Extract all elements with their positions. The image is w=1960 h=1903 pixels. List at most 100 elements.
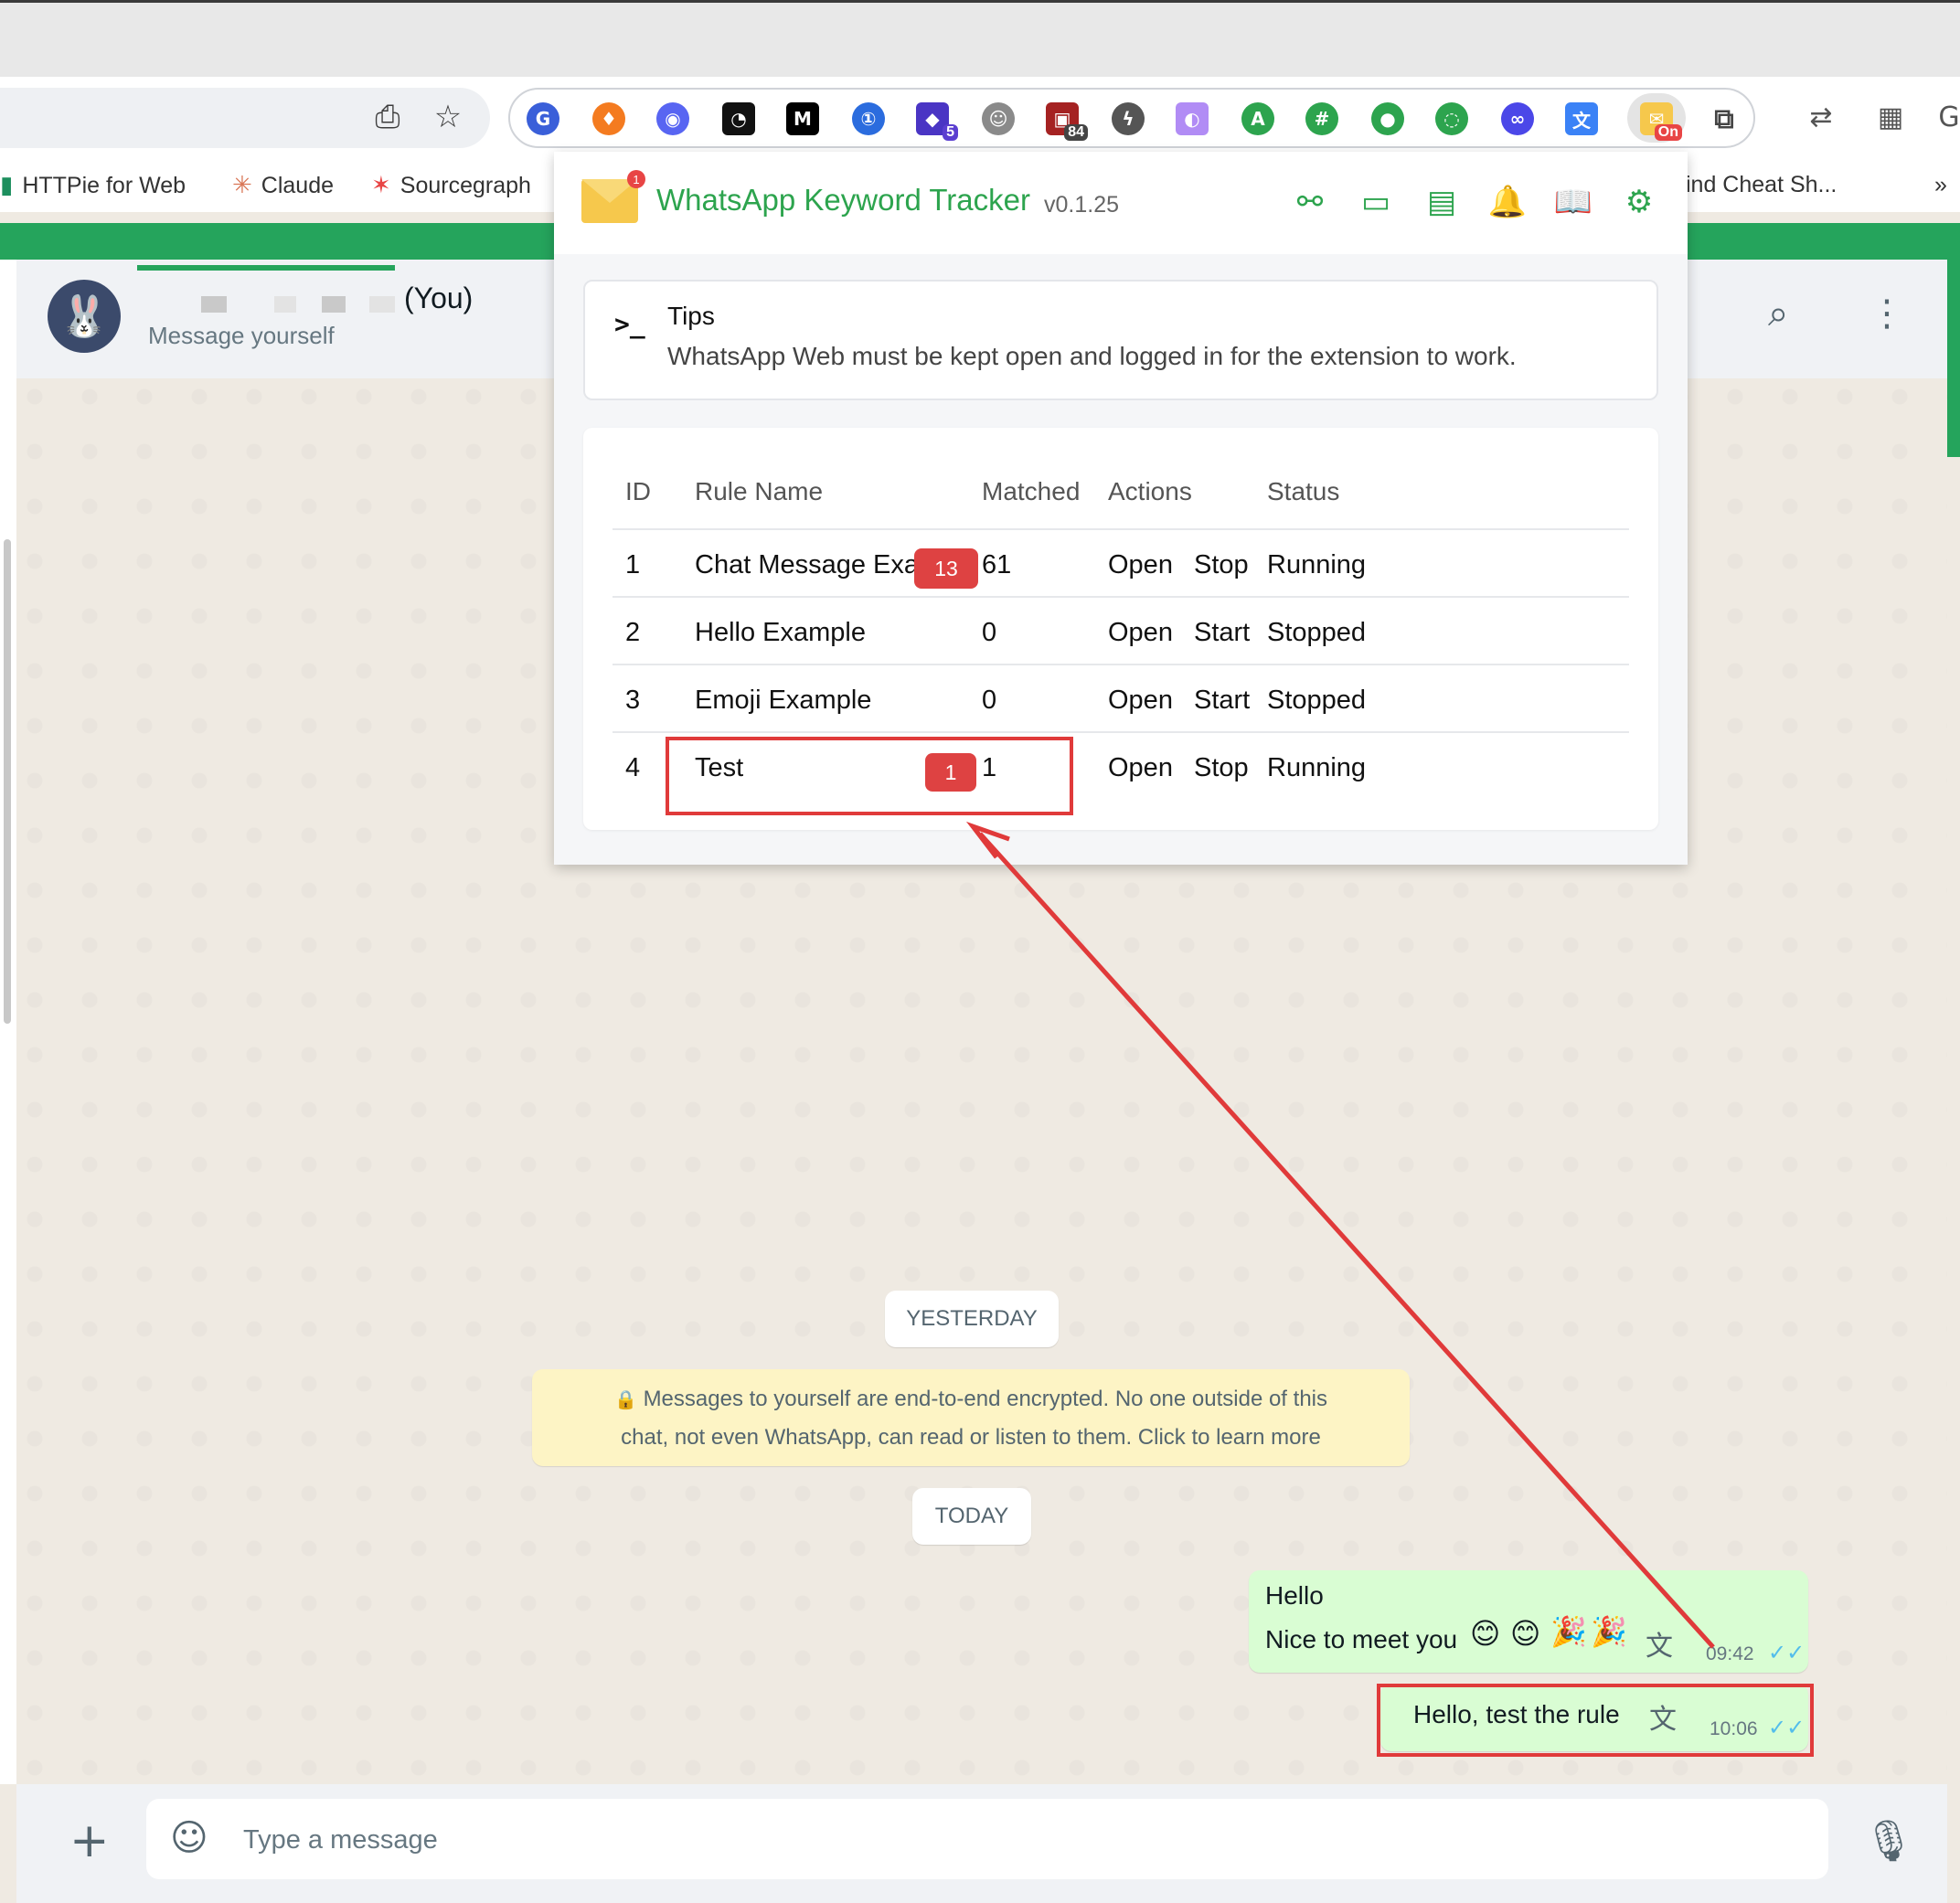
shield-extension-icon[interactable]: G	[527, 102, 559, 135]
rule-toggle-button[interactable]: Start	[1194, 686, 1250, 716]
rule-unread-badge: 13	[914, 548, 978, 589]
install-app-icon[interactable]: ⎙	[369, 99, 406, 135]
column-header-id: ID	[625, 477, 651, 505]
encryption-notice[interactable]: 🔒 Messages to yourself are end-to-end en…	[532, 1369, 1410, 1466]
redacted-name-block	[201, 296, 227, 313]
terminal-prompt-icon: >_	[614, 309, 645, 339]
redacted-name-block	[274, 296, 296, 313]
table-divider	[612, 664, 1629, 665]
rule-open-button[interactable]: Open	[1108, 686, 1173, 716]
message-text: Nice to meet you	[1265, 1625, 1458, 1653]
flame-extension-icon[interactable]: ♦	[592, 102, 625, 135]
encryption-text-line1: Messages to yourself are end-to-end encr…	[643, 1387, 1327, 1411]
rule-toggle-button[interactable]: Start	[1194, 618, 1250, 648]
calendar-extension-icon[interactable]: ▣ 84	[1046, 102, 1088, 141]
bookmark-label: Claude	[261, 172, 335, 198]
message-input[interactable]	[241, 1819, 1708, 1861]
column-header-matched: Matched	[982, 477, 1081, 505]
avatar[interactable]: 🐰	[48, 280, 121, 353]
bookmark-star-icon[interactable]: ☆	[430, 99, 466, 135]
redacted-name-block	[322, 296, 346, 313]
medium-extension-icon[interactable]: M	[786, 102, 819, 135]
timer-extension-icon[interactable]: ◔	[722, 102, 755, 135]
message-composer[interactable]: ☺	[146, 1799, 1828, 1879]
claude-icon: ✳	[232, 172, 252, 199]
translate-extension-icon[interactable]: A	[1241, 102, 1274, 135]
plug-icon[interactable]: ⚯	[1291, 183, 1329, 221]
sidebar-scrollbar-thumb[interactable]	[4, 539, 11, 1024]
date-chip-yesterday: YESTERDAY	[885, 1291, 1059, 1347]
extension-badge: 5	[943, 124, 958, 141]
rule-matched: 61	[982, 550, 1012, 579]
contact-name[interactable]: (You)	[404, 282, 473, 315]
menu-icon[interactable]: ⋮	[1869, 292, 1905, 335]
bookmark-label: ind Cheat Sh...	[1686, 172, 1838, 197]
profile-icon[interactable]: G	[1938, 99, 1960, 135]
rule-open-button[interactable]: Open	[1108, 753, 1173, 783]
graduation-extension-icon[interactable]: ◆ 5	[916, 102, 958, 141]
contact-extension-icon[interactable]: ●	[1371, 102, 1404, 135]
password-extension-icon[interactable]: ①	[852, 102, 885, 135]
loading-progress-bar	[137, 265, 395, 271]
bolt-extension-icon[interactable]: ϟ	[1112, 102, 1145, 135]
emoji-smile-icon: 😊	[1470, 1616, 1501, 1651]
rule-toggle-button[interactable]: Stop	[1194, 550, 1249, 580]
hashtag-extension-icon[interactable]: #	[1305, 102, 1338, 135]
rule-status: Stopped	[1267, 686, 1367, 715]
search-icon[interactable]: ⌕	[1768, 292, 1788, 335]
rule-open-button[interactable]: Open	[1108, 550, 1173, 580]
book-icon[interactable]: 📖	[1554, 183, 1592, 221]
column-header-status: Status	[1267, 477, 1340, 505]
microphone-icon[interactable]: 🎙	[1863, 1817, 1914, 1865]
lock-icon: 🔒	[613, 1388, 637, 1410]
rule-status: Stopped	[1267, 618, 1367, 647]
bookmark-httpie[interactable]: ▮ HTTPie for Web	[0, 172, 186, 199]
bookmark-cheatsheet[interactable]: ind Cheat Sh...	[1686, 172, 1837, 198]
chat-extension-icon[interactable]: ◌	[1435, 102, 1468, 135]
read-ticks-icon: ✓✓	[1768, 1640, 1806, 1665]
annotation-box-message	[1377, 1684, 1814, 1757]
tips-title: Tips	[667, 302, 715, 330]
emoji-smile-icon: 😊	[1510, 1616, 1541, 1651]
encryption-text-line2: chat, not even WhatsApp, can read or lis…	[621, 1425, 1321, 1450]
address-bar[interactable]	[0, 88, 490, 148]
more-bookmarks-button[interactable]: »	[1934, 172, 1947, 198]
qr-code-icon[interactable]: ▦	[1872, 99, 1909, 135]
contact-subtitle: Message yourself	[148, 322, 335, 349]
bell-icon[interactable]: 🔔	[1488, 183, 1527, 221]
httpie-icon: ▮	[0, 172, 14, 199]
bookmark-sourcegraph[interactable]: ✶ Sourcegraph	[371, 172, 531, 199]
popup-title: WhatsApp Keyword Tracker	[656, 183, 1030, 217]
discord-extension-icon[interactable]: ◉	[656, 102, 689, 135]
rule-open-button[interactable]: Open	[1108, 618, 1173, 648]
column-header-rule-name: Rule Name	[695, 477, 824, 505]
annotation-box-rule	[666, 737, 1073, 815]
column-header-actions: Actions	[1108, 477, 1192, 505]
date-chip-today: TODAY	[912, 1488, 1031, 1545]
page-translate-icon[interactable]: ⇄	[1803, 99, 1839, 135]
emoji-party-icon: 🎉	[1591, 1614, 1627, 1649]
terminal-icon[interactable]: ▭	[1357, 183, 1395, 221]
translate-icon[interactable]: 文	[1646, 1623, 1673, 1664]
bookmark-claude[interactable]: ✳ Claude	[232, 172, 334, 199]
message-text: Hello	[1265, 1581, 1324, 1610]
puzzle-icon[interactable]: ⧉	[1708, 102, 1741, 135]
robot-extension-icon[interactable]: ☺	[982, 102, 1015, 135]
rule-toggle-button[interactable]: Stop	[1194, 753, 1249, 783]
logo-badge: 1	[627, 170, 645, 188]
bookmark-label: HTTPie for Web	[22, 172, 186, 198]
gear-icon[interactable]: ⚙	[1620, 183, 1658, 221]
table-divider	[612, 731, 1629, 733]
attach-plus-icon[interactable]: +	[69, 1813, 110, 1868]
sticker-icon[interactable]: ☺	[170, 1817, 208, 1859]
message-time: 09:42	[1706, 1643, 1754, 1664]
extension-badge: On	[1654, 124, 1682, 141]
clipboard-icon[interactable]: ▤	[1422, 183, 1461, 221]
infinity-extension-icon[interactable]: ∞	[1501, 102, 1534, 135]
emoji-party-icon: 🎉	[1550, 1614, 1587, 1649]
copilot-extension-icon[interactable]: ◐	[1176, 102, 1209, 135]
right-scrollbar[interactable]	[1947, 260, 1960, 457]
google-translate-extension-icon[interactable]: 文	[1565, 102, 1598, 135]
keyword-tracker-extension-icon[interactable]: ✉ On	[1640, 102, 1682, 141]
table-divider	[612, 596, 1629, 598]
